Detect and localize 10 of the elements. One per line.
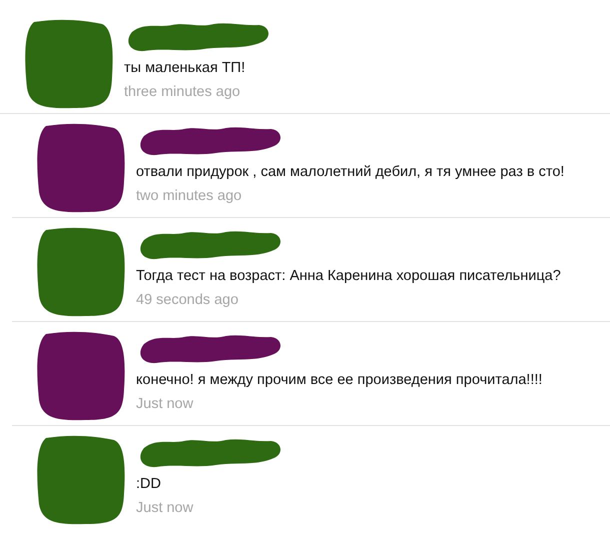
comment-time: 49 seconds ago	[136, 292, 240, 308]
comment-text: отвали придурок , сам малолетний дебил, я тя умнее раз в сто!	[136, 164, 564, 180]
comment-time: three minutes ago	[124, 84, 242, 100]
comment-text: Тогда тест на возраст: Анна Каренина хорошая писательница?	[136, 268, 561, 284]
comment-text: :DD	[136, 476, 162, 492]
comment-text: конечно! я между прочим все ее произведения прочитала!!!!	[136, 372, 542, 388]
comment-text: ты маленькая ТП!	[124, 60, 246, 76]
comment-time: two minutes ago	[136, 188, 243, 204]
comment-time: Just now	[136, 396, 194, 412]
comment-time: Just now	[136, 500, 194, 516]
